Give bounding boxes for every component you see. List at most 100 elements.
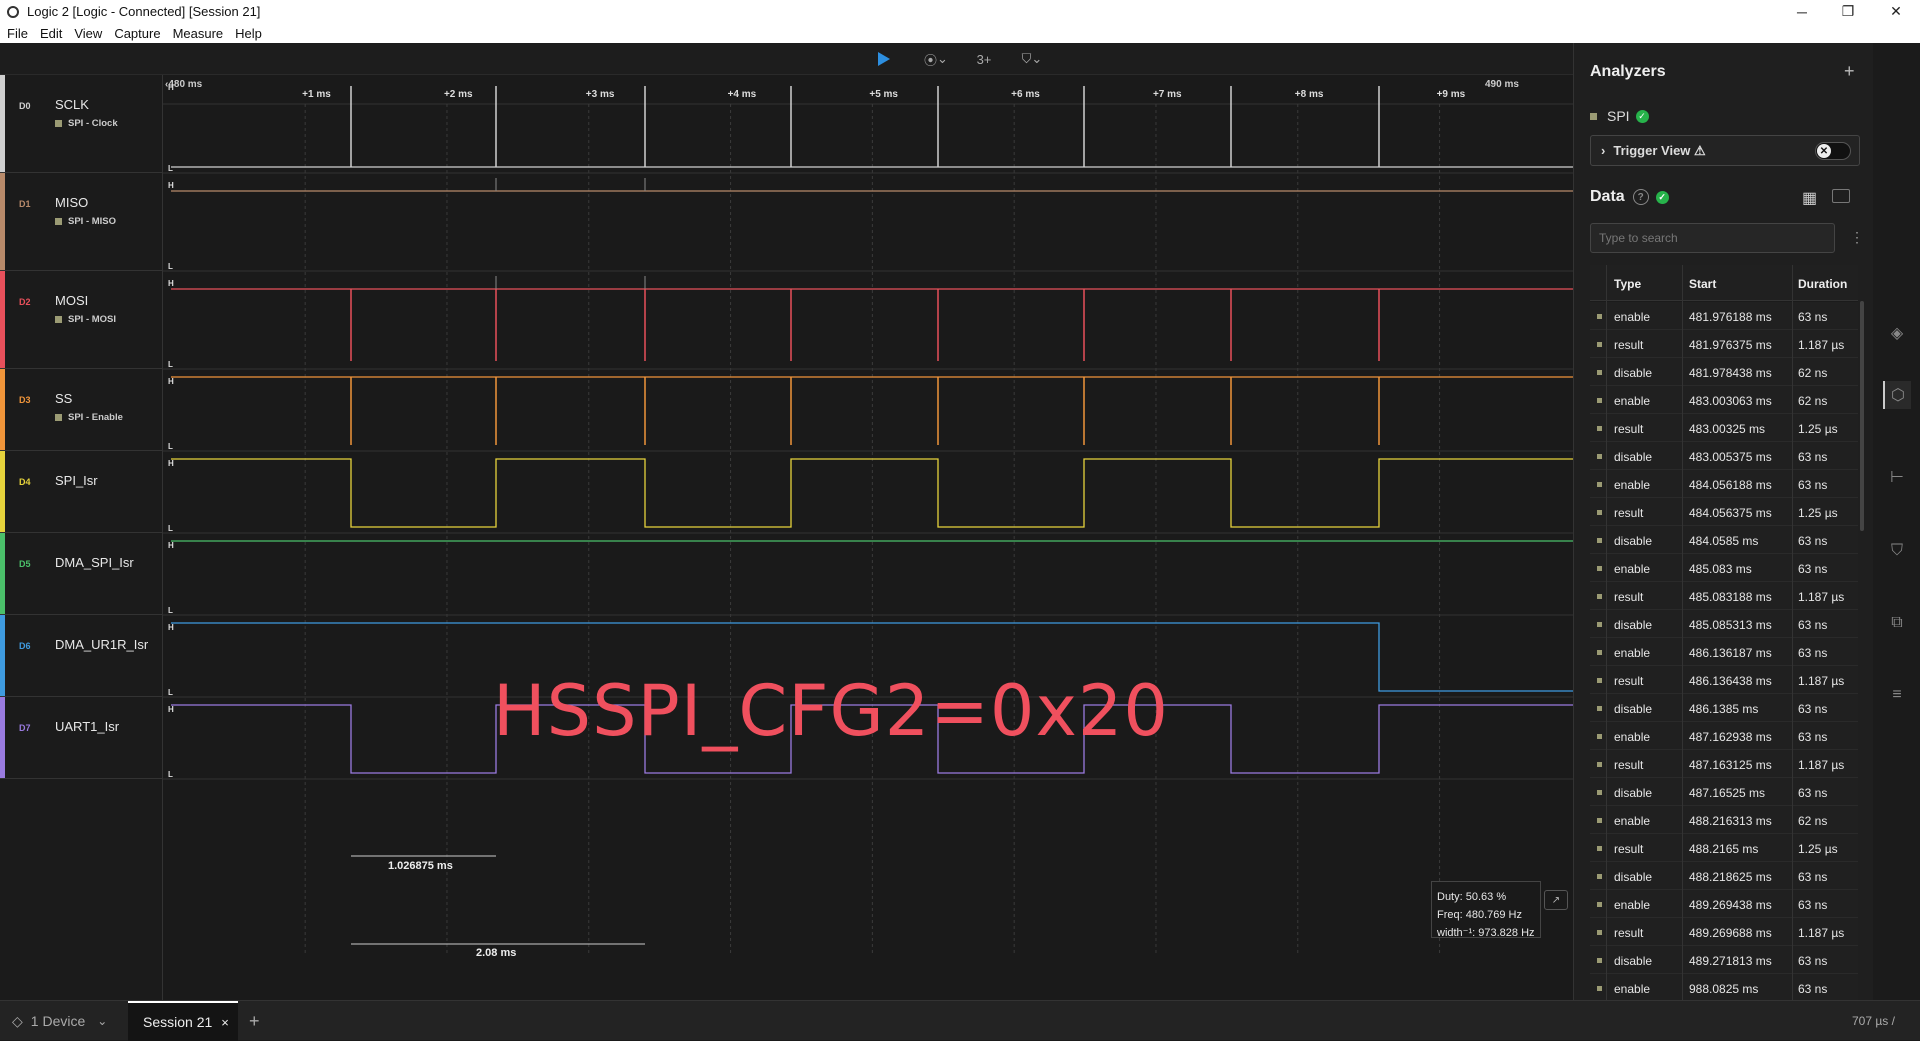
table-row[interactable]: enable 483.003063 ms 62 ns [1590, 386, 1858, 414]
close-icon: ✕ [1817, 144, 1831, 158]
channel-row-d0[interactable]: D0 SCLK SPI - Clock [0, 75, 162, 173]
row-color-swatch [1597, 986, 1602, 991]
notes-icon[interactable]: ≡ [1883, 681, 1911, 709]
level-low-marker: L [168, 164, 173, 173]
close-tab-icon[interactable]: × [221, 1015, 229, 1030]
analyzer-label-text: SPI - MOSI [68, 314, 117, 325]
help-icon[interactable]: ? [1632, 189, 1649, 205]
trigger-icon[interactable]: ⛉ [1883, 537, 1911, 565]
channel-row-d7[interactable]: D7 UART1_Isr [0, 697, 162, 779]
waveform-canvas[interactable]: ‹480 ms 490 ms+1 ms +2 ms +3 ms +4 ms +5 ms +6… [163, 75, 1574, 1000]
table-row[interactable]: enable 486.136187 ms 63 ns [1590, 638, 1858, 666]
table-row[interactable]: enable 481.976188 ms 63 ns [1590, 302, 1858, 330]
table-row[interactable]: result 484.056375 ms 1.25 µs [1590, 498, 1858, 526]
table-row[interactable]: enable 484.056188 ms 63 ns [1590, 470, 1858, 498]
session-tab[interactable]: Session 21 × [128, 1001, 238, 1041]
table-row[interactable]: result 486.136438 ms 1.187 µs [1590, 666, 1858, 694]
cell-start: 487.163125 ms [1689, 758, 1772, 772]
table-row[interactable]: disable 489.271813 ms 63 ns [1590, 946, 1858, 974]
close-button[interactable]: ✕ [1876, 0, 1916, 23]
add-marker-button[interactable]: 3+ [966, 47, 1002, 71]
menu-help[interactable]: Help [235, 26, 262, 41]
table-view-icon[interactable]: ▦ [1802, 188, 1817, 208]
menu-view[interactable]: View [74, 26, 102, 41]
channel-row-d1[interactable]: D1 MISO SPI - MISO [0, 173, 162, 271]
zoom-level: 707 µs / [1852, 1014, 1895, 1028]
cell-duration: 63 ns [1798, 982, 1828, 996]
channel-index: D2 [19, 297, 31, 307]
layers-icon[interactable]: ◈ [1883, 319, 1911, 347]
channel-name[interactable]: SS [55, 391, 72, 406]
extensions-icon[interactable]: ⧉ [1883, 609, 1911, 637]
cell-duration: 63 ns [1798, 730, 1828, 744]
table-row[interactable]: disable 481.978438 ms 62 ns [1590, 358, 1858, 386]
analyzer-item-spi[interactable]: SPI ✓ [1590, 108, 1649, 124]
table-row[interactable]: result 487.163125 ms 1.187 µs [1590, 750, 1858, 778]
row-color-swatch [1597, 454, 1602, 459]
column-header-duration[interactable]: Duration [1798, 277, 1847, 291]
cell-start: 485.085313 ms [1689, 618, 1772, 632]
channel-name[interactable]: DMA_UR1R_Isr [55, 637, 148, 652]
table-row[interactable]: disable 485.085313 ms 63 ns [1590, 610, 1858, 638]
menu-capture[interactable]: Capture [114, 26, 160, 41]
capture-settings-button[interactable]: ⦿ ⌄ [918, 47, 954, 71]
column-header-type[interactable]: Type [1614, 277, 1641, 291]
table-row[interactable]: disable 488.218625 ms 63 ns [1590, 862, 1858, 890]
cell-duration: 1.187 µs [1798, 926, 1845, 940]
menu-edit[interactable]: Edit [40, 26, 62, 41]
capture-settings-icon: ⦿ [924, 52, 938, 68]
menu-file[interactable]: File [7, 26, 28, 41]
analyzers-tab-icon[interactable]: ⬡ [1883, 381, 1911, 409]
table-row[interactable]: disable 483.005375 ms 63 ns [1590, 442, 1858, 470]
maximize-button[interactable]: ❐ [1828, 0, 1868, 23]
channel-row-d5[interactable]: D5 DMA_SPI_Isr [0, 533, 162, 615]
channel-row-d2[interactable]: D2 MOSI SPI - MOSI [0, 271, 162, 369]
level-low-marker: L [168, 524, 173, 533]
channel-index: D1 [19, 199, 31, 209]
search-options-icon[interactable]: ⋮ [1850, 229, 1864, 246]
cell-start: 988.0825 ms [1689, 982, 1759, 996]
analyzer-color-swatch [55, 414, 62, 421]
terminal-view-icon[interactable] [1832, 189, 1850, 203]
row-color-swatch [1597, 314, 1602, 319]
table-row[interactable]: disable 484.0585 ms 63 ns [1590, 526, 1858, 554]
channel-row-d3[interactable]: D3 SS SPI - Enable [0, 369, 162, 451]
channel-name[interactable]: MOSI [55, 293, 88, 308]
trigger-view-toggle[interactable]: ✕ [1815, 142, 1851, 160]
cell-type: disable [1614, 366, 1653, 380]
measure-expand-icon[interactable]: ↗ [1544, 890, 1568, 910]
channel-name[interactable]: UART1_Isr [55, 719, 119, 734]
table-row[interactable]: enable 487.162938 ms 63 ns [1590, 722, 1858, 750]
channel-row-d6[interactable]: D6 DMA_UR1R_Isr [0, 615, 162, 697]
table-row[interactable]: result 481.976375 ms 1.187 µs [1590, 330, 1858, 358]
channel-row-d4[interactable]: D4 SPI_Isr [0, 451, 162, 533]
add-session-button[interactable]: + [249, 1001, 260, 1041]
data-search-input[interactable] [1590, 223, 1835, 253]
waveform-view[interactable]: ‹480 ms 490 ms +1 ms +2 ms +3 ms +4 ms +5 ms +6… [162, 75, 1574, 1000]
table-row[interactable]: enable 485.083 ms 63 ns [1590, 554, 1858, 582]
table-row[interactable]: result 489.269688 ms 1.187 µs [1590, 918, 1858, 946]
table-row[interactable]: result 488.2165 ms 1.25 µs [1590, 834, 1858, 862]
table-row[interactable]: enable 488.216313 ms 62 ns [1590, 806, 1858, 834]
add-analyzer-button[interactable]: + [1844, 61, 1855, 82]
trigger-view-row[interactable]: › Trigger View ⚠ ✕ [1590, 135, 1860, 166]
table-row[interactable]: disable 486.1385 ms 63 ns [1590, 694, 1858, 722]
trigger-button[interactable]: ⛉ ⌄ [1014, 47, 1050, 71]
session-label: Session 21 [143, 1014, 213, 1030]
minimize-button[interactable]: ─ [1782, 0, 1822, 23]
table-row[interactable]: enable 988.0825 ms 63 ns [1590, 974, 1858, 1000]
menu-measure[interactable]: Measure [173, 26, 224, 41]
table-row[interactable]: disable 487.16525 ms 63 ns [1590, 778, 1858, 806]
table-row[interactable]: result 483.00325 ms 1.25 µs [1590, 414, 1858, 442]
start-capture-button[interactable] [868, 47, 898, 71]
channel-name[interactable]: SPI_Isr [55, 473, 98, 488]
channel-name[interactable]: SCLK [55, 97, 89, 112]
device-tab[interactable]: ◇ 1 Device ⌄ [12, 1001, 107, 1041]
column-header-start[interactable]: Start [1689, 277, 1716, 291]
channel-name[interactable]: MISO [55, 195, 88, 210]
timing-markers-icon[interactable]: ⊢ [1883, 463, 1911, 491]
table-row[interactable]: result 485.083188 ms 1.187 µs [1590, 582, 1858, 610]
channel-name[interactable]: DMA_SPI_Isr [55, 555, 134, 570]
table-row[interactable]: enable 489.269438 ms 63 ns [1590, 890, 1858, 918]
table-scrollbar[interactable] [1860, 301, 1864, 531]
